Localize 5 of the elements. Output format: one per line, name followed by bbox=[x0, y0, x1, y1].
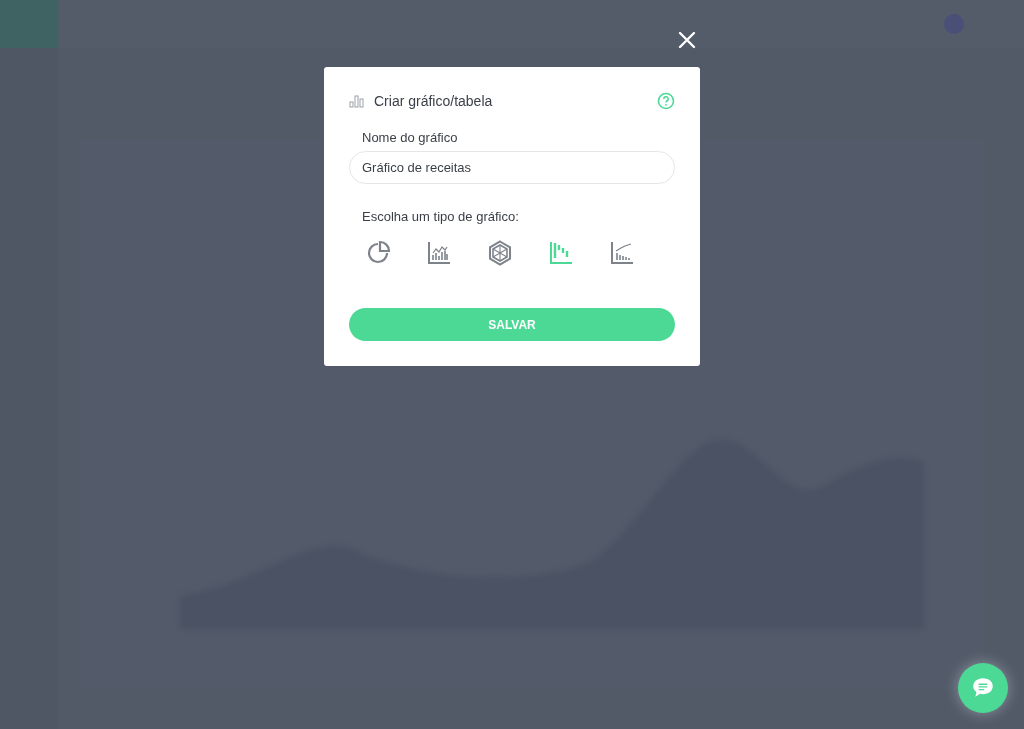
chart-name-field[interactable]: Gráfico de receitas bbox=[349, 151, 675, 184]
bar-chart-icon bbox=[349, 94, 365, 108]
chart-type-label: Escolha um tipo de gráfico: bbox=[362, 209, 520, 224]
modal-title: Criar gráfico/tabela bbox=[374, 93, 494, 109]
field-label: Nome do gráfico bbox=[362, 130, 459, 145]
